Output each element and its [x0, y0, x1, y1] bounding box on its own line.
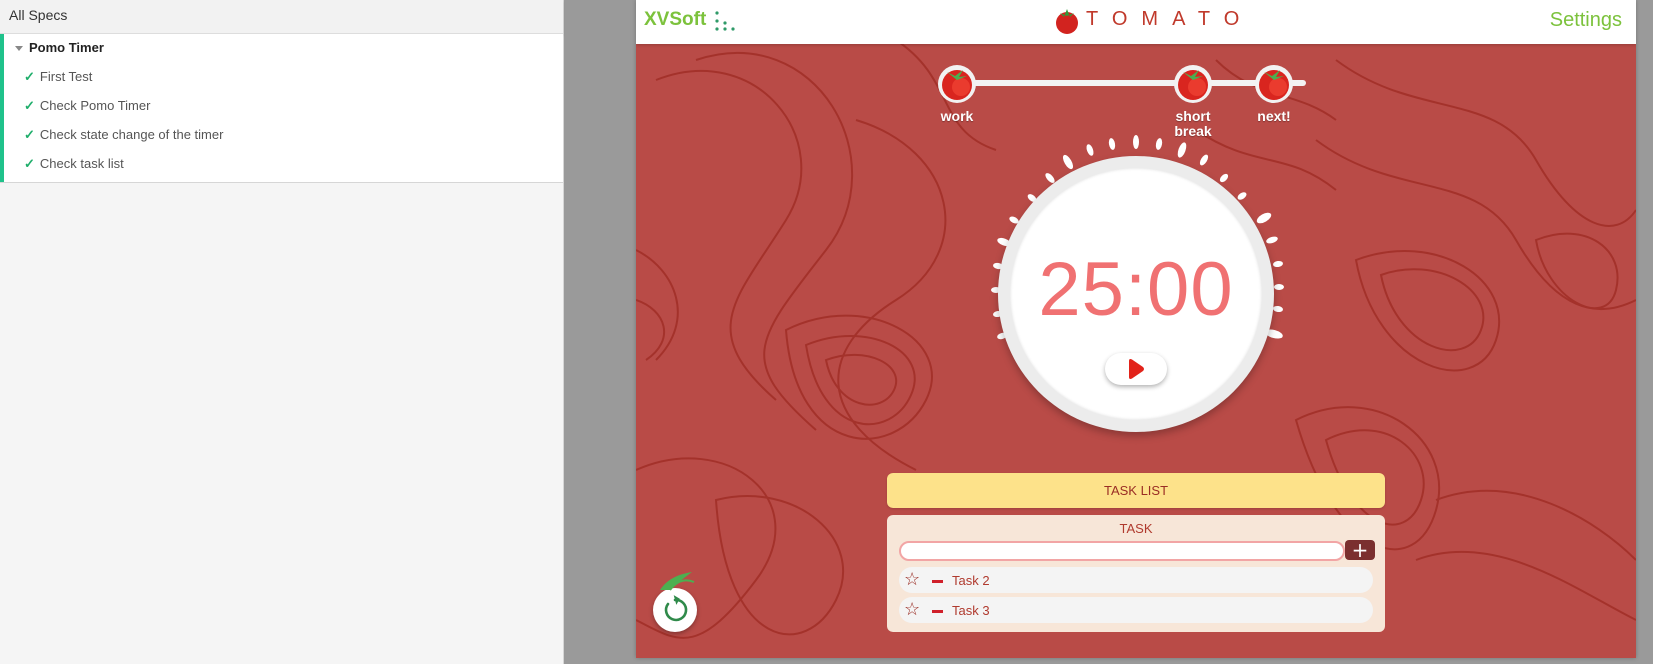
- task-item[interactable]: ☆ Task 2: [899, 567, 1373, 593]
- stage-short-break[interactable]: short break: [1168, 64, 1218, 139]
- tomato-icon: [1255, 65, 1293, 103]
- test-label: Check Pomo Timer: [39, 98, 151, 113]
- spec-panel: All Specs Pomo Timer ✓ First Test ✓ Check …: [0, 0, 564, 664]
- check-icon: ✓: [24, 98, 35, 113]
- timer-dial: 25:00: [998, 156, 1274, 432]
- check-icon: ✓: [24, 69, 35, 84]
- add-task-button[interactable]: +: [1345, 540, 1375, 560]
- reset-button[interactable]: [653, 588, 697, 632]
- test-row[interactable]: ✓ Check state change of the timer: [0, 120, 563, 149]
- task-panel: TASK + ☆ Task 2 ☆ Task 3: [887, 515, 1385, 632]
- stage-label: short break: [1174, 108, 1212, 139]
- brand-logo[interactable]: XVSoft: [644, 9, 706, 31]
- play-icon: [1129, 359, 1144, 379]
- suite-title: Pomo Timer: [29, 40, 104, 55]
- remove-task-icon[interactable]: [932, 580, 943, 583]
- task-heading: TASK: [1119, 521, 1153, 536]
- task-label: Task 3: [952, 603, 990, 618]
- test-row[interactable]: ✓ Check task list: [0, 149, 563, 178]
- top-navbar: XVSoft TOMATO Settings: [636, 0, 1636, 44]
- test-label: Check state change of the timer: [39, 127, 224, 142]
- check-icon: ✓: [24, 156, 35, 171]
- remove-task-icon[interactable]: [932, 610, 943, 613]
- suite-title-row[interactable]: Pomo Timer: [0, 34, 563, 62]
- task-item[interactable]: ☆ Task 3: [899, 597, 1373, 623]
- stage-work[interactable]: work: [934, 64, 980, 124]
- caret-down-icon[interactable]: [15, 46, 23, 52]
- test-label: Check task list: [39, 156, 124, 171]
- star-icon[interactable]: ☆: [904, 600, 920, 618]
- leaf-icon: [660, 572, 695, 591]
- app-preview-frame: XVSoft TOMATO Settings work short break …: [636, 0, 1636, 658]
- task-list-header[interactable]: TASK LIST: [887, 473, 1385, 508]
- star-icon[interactable]: ☆: [904, 570, 920, 588]
- app-title: TOMATO: [1086, 8, 1254, 30]
- stage-next[interactable]: next!: [1252, 64, 1296, 124]
- tomato-icon: [1174, 65, 1212, 103]
- test-row[interactable]: ✓ First Test: [0, 62, 563, 91]
- timer-face: 25:00: [1010, 168, 1262, 420]
- tomato-icon: [938, 65, 976, 103]
- test-row[interactable]: ✓ Check Pomo Timer: [0, 91, 563, 120]
- plus-icon: +: [1351, 538, 1369, 562]
- timer-display: 25:00: [1038, 247, 1234, 332]
- settings-link[interactable]: Settings: [1550, 9, 1622, 32]
- task-label: Task 2: [952, 573, 990, 588]
- spec-suite: Pomo Timer ✓ First Test ✓ Check Pomo Timer…: [0, 34, 563, 183]
- reset-icon: [664, 595, 688, 622]
- play-button[interactable]: [1105, 353, 1167, 385]
- dots-icon: [715, 11, 735, 31]
- test-label: First Test: [39, 69, 93, 84]
- tomato-icon: [1056, 9, 1078, 34]
- stage-label: work: [940, 108, 974, 124]
- stage-label: next!: [1257, 108, 1291, 124]
- all-specs-header[interactable]: All Specs: [0, 0, 563, 34]
- check-icon: ✓: [24, 127, 35, 142]
- task-input[interactable]: [899, 541, 1345, 561]
